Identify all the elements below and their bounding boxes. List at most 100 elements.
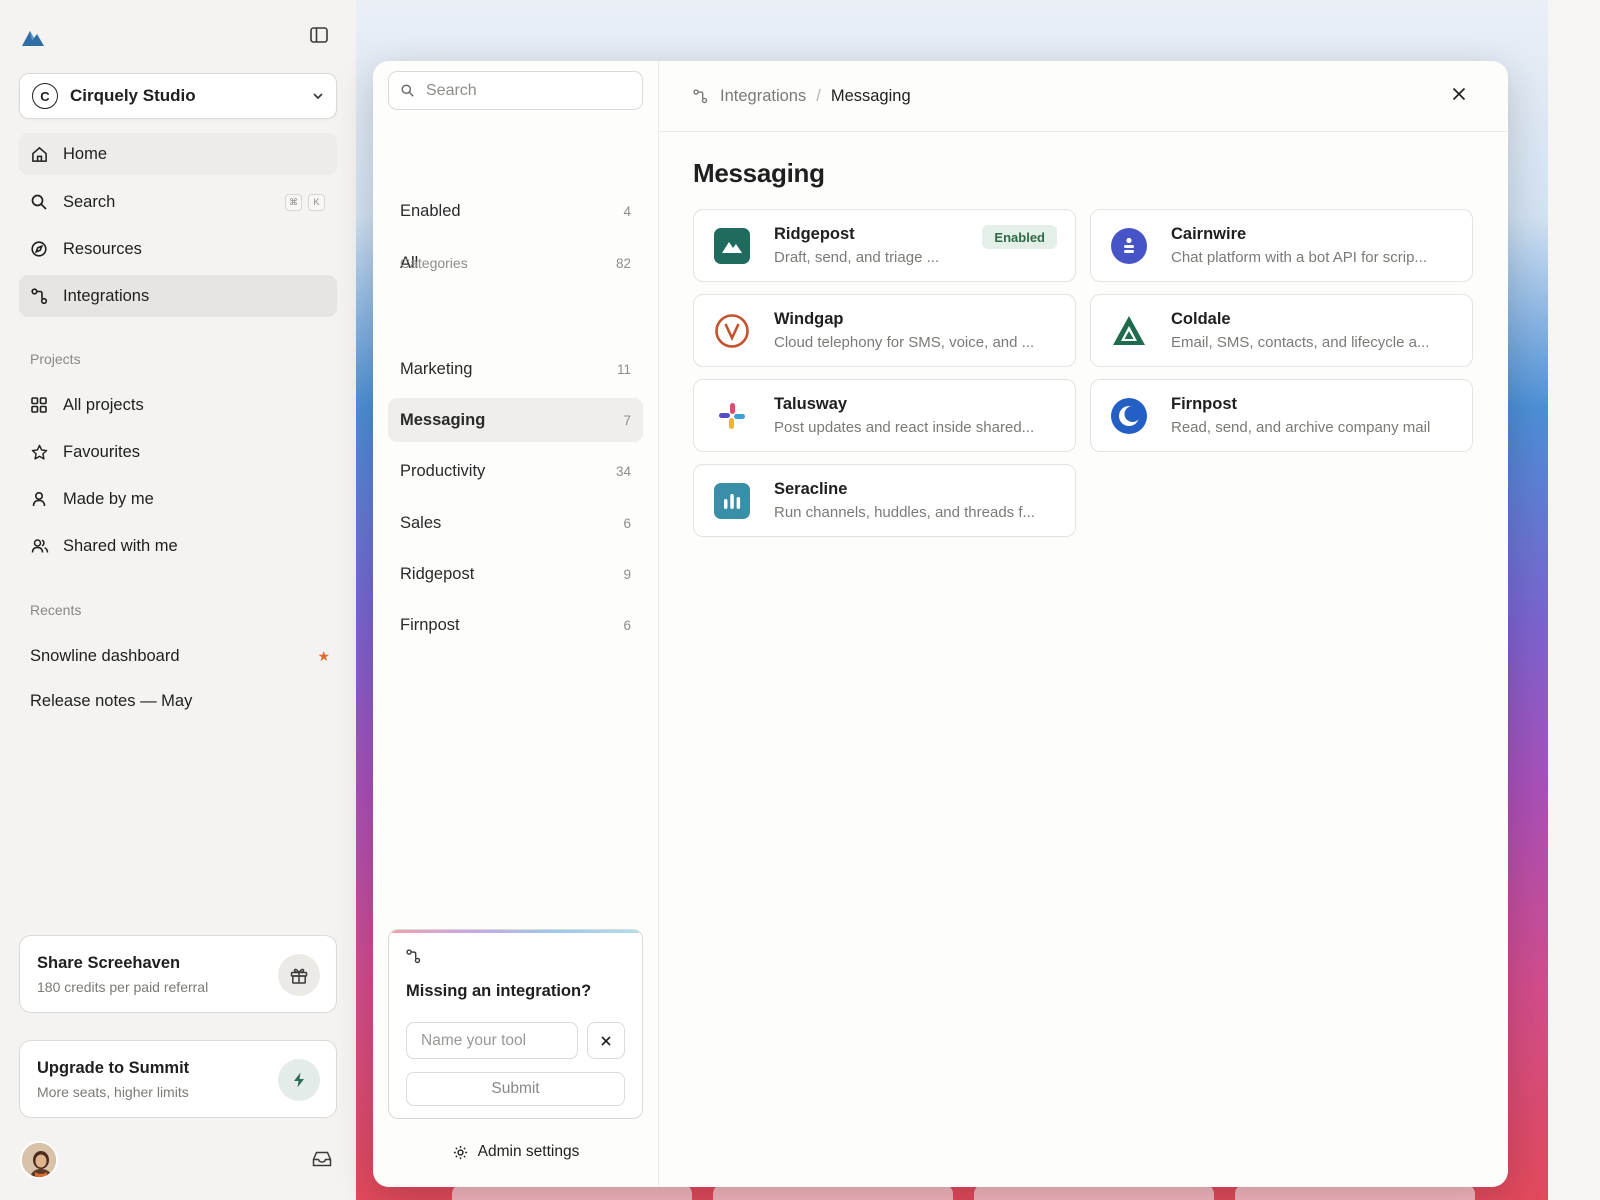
- close-icon: [601, 1035, 611, 1046]
- app-logo-icon[interactable]: [22, 28, 44, 46]
- integrations-icon: [693, 88, 708, 104]
- integration-card-seracline[interactable]: Seracline Run channels, huddles, and thr…: [693, 464, 1076, 537]
- category-messaging[interactable]: Messaging 7: [388, 398, 643, 442]
- category-label: Productivity: [400, 461, 486, 480]
- missing-integration-card: Missing an integration? Submit: [388, 929, 643, 1119]
- admin-settings-label: Admin settings: [477, 1143, 580, 1160]
- user-avatar[interactable]: [20, 1141, 58, 1179]
- category-count: 9: [623, 566, 631, 582]
- search-icon: [401, 84, 414, 97]
- integration-name: Talusway: [774, 395, 848, 413]
- share-card-title: Share Screehaven: [37, 954, 181, 972]
- user-icon: [31, 491, 51, 507]
- gift-icon[interactable]: [278, 954, 320, 996]
- integration-name: Ridgepost: [774, 225, 855, 243]
- category-firnpost[interactable]: Firnpost 6: [388, 603, 643, 647]
- nav-made-by-me[interactable]: Made by me: [19, 478, 337, 520]
- integration-description: Email, SMS, contacts, and lifecycle a...: [1171, 334, 1430, 351]
- org-switcher[interactable]: C Cirquely Studio: [19, 73, 337, 119]
- inbox-icon[interactable]: [312, 1151, 332, 1167]
- gradient-accent-bar: [389, 930, 642, 933]
- integration-card-ridgepost[interactable]: Ridgepost Draft, send, and triage ... En…: [693, 209, 1076, 282]
- share-card-subtitle: 180 credits per paid referral: [37, 979, 209, 995]
- bolt-icon[interactable]: [278, 1059, 320, 1101]
- nav-shared-with-me[interactable]: Shared with me: [19, 525, 337, 567]
- person-circle-logo-icon: [1111, 227, 1147, 264]
- star-icon: [31, 444, 51, 461]
- category-label: Sales: [400, 513, 442, 532]
- starred-icon: ★: [317, 648, 330, 664]
- search-input[interactable]: [426, 81, 626, 100]
- category-count: 6: [623, 515, 631, 531]
- recent-item[interactable]: Release notes — May: [30, 692, 330, 711]
- integration-description: Post updates and react inside shared...: [774, 419, 1035, 436]
- integration-card-talusway[interactable]: Talusway Post updates and react inside s…: [693, 379, 1076, 452]
- integration-name: Cairnwire: [1171, 225, 1247, 243]
- chevron-down-icon: [312, 92, 324, 100]
- nav-integrations-label: Integrations: [63, 286, 150, 305]
- projects-heading: Projects: [30, 351, 81, 367]
- upgrade-card[interactable]: Upgrade to Summit More seats, higher lim…: [19, 1040, 337, 1118]
- category-label: Messaging: [400, 410, 486, 429]
- integration-name: Coldale: [1171, 310, 1231, 328]
- share-referral-card[interactable]: Share Screehaven 180 credits per paid re…: [19, 935, 337, 1013]
- right-edge-panel: [1548, 0, 1600, 1200]
- v-circle-logo-icon: [714, 313, 750, 349]
- filter-enabled[interactable]: Enabled 4: [388, 189, 643, 233]
- gear-icon: [453, 1145, 478, 1160]
- category-label: Firnpost: [400, 615, 460, 634]
- sidebar-toggle-icon[interactable]: [310, 27, 328, 43]
- integration-description: Cloud telephony for SMS, voice, and ...: [774, 334, 1035, 351]
- category-count: 7: [623, 412, 631, 428]
- integrations-icon: [31, 287, 51, 305]
- integration-description: Run channels, huddles, and threads f...: [774, 504, 1036, 521]
- category-sales[interactable]: Sales 6: [388, 501, 643, 545]
- integration-card-cairnwire[interactable]: Cairnwire Chat platform with a bot API f…: [1090, 209, 1473, 282]
- integration-name: Windgap: [774, 310, 844, 328]
- breadcrumb-current: Messaging: [830, 86, 911, 105]
- integration-search[interactable]: [388, 71, 643, 110]
- nav-made-by-me-label: Made by me: [63, 489, 154, 508]
- category-productivity[interactable]: Productivity 34: [388, 449, 643, 493]
- nav-search-label: Search: [63, 192, 116, 211]
- integration-card-coldale[interactable]: Coldale Email, SMS, contacts, and lifecy…: [1090, 294, 1473, 367]
- crescent-logo-icon: [1111, 397, 1147, 434]
- triangle-logo-icon: [1111, 313, 1147, 349]
- nav-resources[interactable]: Resources: [19, 228, 337, 270]
- sidebar: C Cirquely Studio Home Search ⌘ K Resour…: [0, 0, 356, 1200]
- tool-name-input[interactable]: [406, 1022, 578, 1059]
- recent-item[interactable]: Snowline dashboard ★: [30, 647, 330, 666]
- admin-settings-link[interactable]: Admin settings: [373, 1143, 659, 1161]
- users-icon: [31, 538, 51, 554]
- breadcrumb-separator: /: [816, 86, 821, 105]
- integration-card-windgap[interactable]: Windgap Cloud telephony for SMS, voice, …: [693, 294, 1076, 367]
- integration-description: Draft, send, and triage ...: [774, 249, 940, 266]
- category-marketing[interactable]: Marketing 11: [388, 347, 643, 391]
- nav-home[interactable]: Home: [19, 133, 337, 175]
- missing-integration-title: Missing an integration?: [406, 982, 592, 1000]
- close-modal-button[interactable]: [1452, 87, 1466, 101]
- category-ridgepost[interactable]: Ridgepost 9: [388, 552, 643, 596]
- close-icon: [1452, 87, 1466, 101]
- nav-integrations[interactable]: Integrations: [19, 275, 337, 317]
- compass-icon: [31, 241, 51, 257]
- category-count: 11: [616, 361, 631, 377]
- integration-name: Firnpost: [1171, 395, 1237, 413]
- nav-all-projects[interactable]: All projects: [19, 384, 337, 426]
- breadcrumb-parent[interactable]: Integrations: [720, 87, 806, 106]
- submit-button[interactable]: Submit: [406, 1072, 625, 1106]
- integration-card-firnpost[interactable]: Firnpost Read, send, and archive company…: [1090, 379, 1473, 452]
- clear-input-button[interactable]: [587, 1022, 625, 1059]
- org-name: Cirquely Studio: [70, 86, 196, 105]
- integration-name: Seracline: [774, 480, 848, 498]
- nav-resources-label: Resources: [63, 239, 142, 258]
- nav-all-projects-label: All projects: [63, 395, 144, 414]
- categories-heading: Categories: [400, 255, 468, 271]
- nav-search[interactable]: Search ⌘ K: [19, 181, 337, 223]
- nav-favourites-label: Favourites: [63, 442, 141, 461]
- recents-heading: Recents: [30, 602, 82, 618]
- nav-shared-with-me-label: Shared with me: [63, 536, 178, 555]
- nav-favourites[interactable]: Favourites: [19, 431, 337, 473]
- bars-logo-icon: [714, 482, 750, 519]
- integration-description: Chat platform with a bot API for scrip..…: [1171, 249, 1427, 266]
